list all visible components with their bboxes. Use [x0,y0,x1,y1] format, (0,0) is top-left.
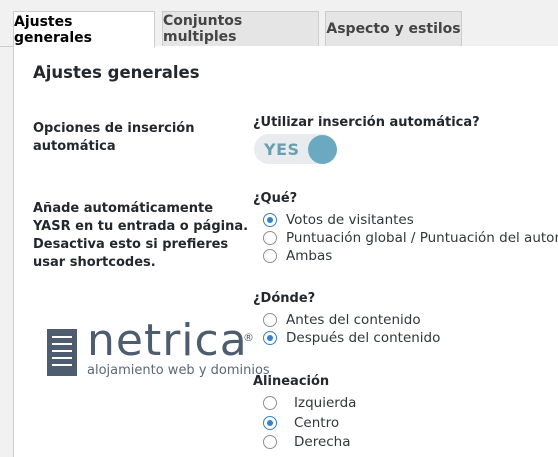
radio-button[interactable] [263,396,277,410]
description-line1: Añade automáticamente [33,201,214,216]
auto-insert-description: Añade automáticamente YASR en tu entrada… [33,200,248,272]
netrica-brand-text: netrica [87,315,248,366]
radio-what-puntuacion[interactable]: Puntuación global / Puntuación del autor [263,229,558,247]
radio-what-votos[interactable]: Votos de visitantes [263,211,414,229]
auto-insert-label-line2: automática [33,139,116,154]
radio-label: Antes del contenido [286,312,421,328]
radio-what-ambas[interactable]: Ambas [263,247,332,265]
auto-insert-label: Opciones de inserción automática [33,120,194,156]
radio-align-centro[interactable]: Centro [263,414,339,432]
radio-button[interactable] [263,249,277,263]
description-line2: YASR en tu entrada o página. [33,219,249,234]
radio-button[interactable] [263,416,277,430]
registered-mark: ® [243,331,254,344]
tab-label: Ajustes generales [14,13,92,46]
radio-button[interactable] [263,213,277,227]
radio-where-despues[interactable]: Después del contenido [263,329,440,347]
radio-align-izquierda[interactable]: Izquierda [263,394,356,412]
tab-label: Aspecto y estilos [326,21,461,37]
where-question: ¿Dónde? [253,291,316,306]
radio-label: Centro [294,415,340,431]
netrica-logo-icon [47,329,77,376]
section-title: Ajustes generales [33,63,200,82]
description-line4: usar shortcodes. [33,255,156,270]
auto-insert-toggle[interactable]: YES [254,134,337,164]
netrica-watermark-logo: netrica ® alojamiento web y dominios [47,315,287,383]
radio-label: Puntuación global / Puntuación del autor [286,230,558,246]
toggle-text: YES [264,140,300,159]
radio-label: Votos de visitantes [286,212,414,228]
radio-label: Derecha [294,434,351,450]
radio-align-derecha[interactable]: Derecha [263,433,351,451]
tab-conjuntos-multiples[interactable]: Conjuntos multiples [162,11,319,47]
radio-button[interactable] [263,231,277,245]
auto-insert-question: ¿Utilizar inserción automática? [253,115,480,130]
tab-label: Conjuntos multiples [163,13,243,45]
auto-insert-label-line1: Opciones de inserción [33,121,195,136]
description-line3: Desactiva esto si prefieres [33,237,229,252]
radio-label: Ambas [286,248,333,264]
tab-bar: Ajustes generales Conjuntos multiples As… [0,0,558,48]
netrica-tagline: alojamiento web y dominios [87,363,270,378]
toggle-knob [308,135,337,164]
tab-aspecto-y-estilos[interactable]: Aspecto y estilos [325,11,462,47]
radio-label: Después del contenido [286,330,441,346]
tab-ajustes-generales[interactable]: Ajustes generales [13,11,155,48]
radio-button[interactable] [263,435,277,449]
radio-label: Izquierda [294,395,357,411]
what-question: ¿Qué? [253,191,298,206]
